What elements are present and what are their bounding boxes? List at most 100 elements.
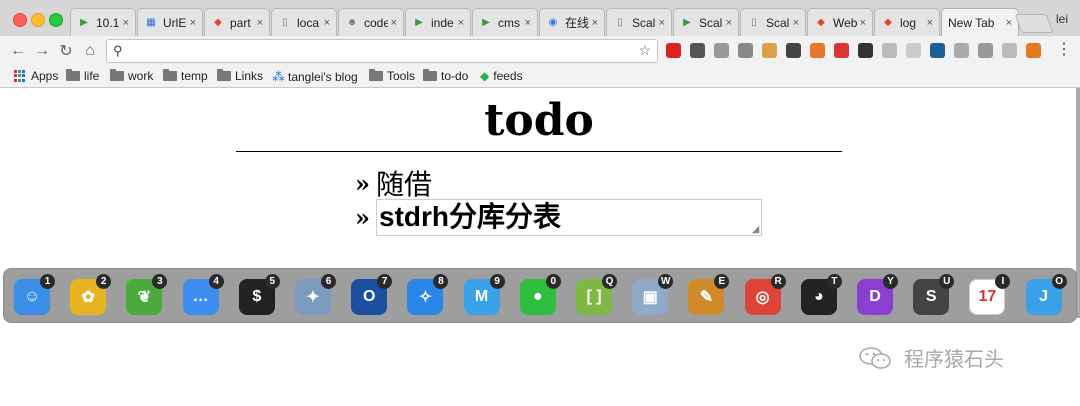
tab-4[interactable]: ☻ code ×	[338, 8, 404, 36]
close-tab-icon[interactable]: ×	[458, 17, 464, 29]
m-icon[interactable]	[930, 43, 945, 58]
tab-10[interactable]: ▯ Scal ×	[740, 8, 806, 36]
close-tab-icon[interactable]: ×	[190, 17, 196, 29]
minimize-window-button[interactable]	[31, 13, 45, 27]
profile-name[interactable]: lei	[1056, 12, 1068, 26]
home-icon: ⌂	[85, 42, 95, 59]
leaf-icon[interactable]	[1002, 43, 1017, 58]
sprite-icon[interactable]	[858, 43, 873, 58]
circle-icon[interactable]	[882, 43, 897, 58]
tab-2[interactable]: ◆ part ×	[204, 8, 270, 36]
close-tab-icon[interactable]: ×	[391, 17, 397, 29]
dock-app-sunflower[interactable]: ✿ 2	[66, 274, 112, 319]
dock-app-markdown[interactable]: M9	[460, 274, 505, 319]
dock-app-photos[interactable]: ▣ W	[628, 274, 674, 319]
tab-label: log	[900, 15, 917, 30]
opera-icon[interactable]	[666, 43, 681, 58]
close-tab-icon[interactable]: ×	[324, 17, 330, 29]
cross-icon[interactable]	[834, 43, 849, 58]
bookmark-star-icon[interactable]: ☆	[638, 42, 651, 59]
tab-12[interactable]: ◆ log ×	[874, 8, 940, 36]
shortcut-badge: 8	[433, 274, 449, 289]
dock-app-calendar[interactable]: 17 I	[965, 274, 1011, 319]
tab-0[interactable]: ▶ 10.1 ×	[70, 8, 136, 36]
tab-13[interactable]: New Tab ×	[941, 8, 1019, 36]
dock-app-evernote[interactable]: ❦ 3	[122, 274, 168, 319]
close-tab-icon[interactable]: ×	[257, 17, 263, 29]
bookmark-feeds[interactable]: ◆ feeds	[480, 69, 523, 83]
tab-5[interactable]: ▶ inde ×	[405, 8, 471, 36]
dock-app-instruments[interactable]: ✎ E	[684, 274, 730, 319]
dock-app-finder[interactable]: ☺ 1	[10, 274, 55, 319]
shield-icon[interactable]	[954, 43, 969, 58]
browser-toolbar: ← → ↻ ⌂ ⚲ ☆ ⋮	[0, 36, 1080, 66]
translate-icon[interactable]	[810, 43, 825, 58]
check-icon[interactable]	[978, 43, 993, 58]
close-tab-icon[interactable]: ×	[927, 17, 933, 29]
play-icon: ▶	[415, 16, 423, 28]
tab-8[interactable]: ▯ Scal ×	[606, 8, 672, 36]
bookmark-to-do[interactable]: to-do	[423, 69, 468, 83]
dock-app-opera[interactable]: O7	[347, 274, 393, 319]
stop-icon[interactable]	[1026, 43, 1041, 58]
dock-app-qq[interactable]: ◕ T	[797, 274, 842, 319]
bookmark-tools[interactable]: Tools	[369, 69, 415, 83]
dock-app-chrome[interactable]: ◎ R	[741, 274, 786, 319]
tab-9[interactable]: ▶ Scal ×	[673, 8, 739, 36]
evernote-icon[interactable]	[690, 43, 705, 58]
compass-icon[interactable]	[738, 43, 753, 58]
resize-handle-icon[interactable]: ◢	[752, 225, 759, 234]
dock-app-dash[interactable]: DY	[853, 274, 898, 319]
tab-3[interactable]: ▯ loca ×	[271, 8, 337, 36]
new-tab-button[interactable]	[1014, 14, 1054, 33]
bookmark-label: Apps	[31, 69, 59, 83]
tex-icon[interactable]	[906, 43, 921, 58]
back-button[interactable]: ←	[8, 41, 28, 61]
dock-app-preview[interactable]: ✦ 6	[291, 274, 336, 319]
forward-button[interactable]: →	[32, 41, 52, 61]
cookie-icon[interactable]	[762, 43, 777, 58]
close-tab-icon[interactable]: ×	[659, 17, 665, 29]
dock-app-safari[interactable]: ✧ 8	[403, 274, 449, 319]
tab-1[interactable]: ▦ UrlE ×	[137, 8, 203, 36]
close-window-button[interactable]	[13, 13, 27, 27]
dock-app-wechat[interactable]: ● 0	[516, 274, 561, 319]
close-tab-icon[interactable]: ×	[1006, 17, 1012, 29]
close-tab-icon[interactable]: ×	[525, 17, 531, 29]
bookmark-life[interactable]: life	[66, 69, 99, 83]
close-tab-icon[interactable]: ×	[726, 17, 732, 29]
dock-app-brackets[interactable]: [ ] Q	[572, 274, 617, 319]
tab-label: Scal	[632, 15, 656, 30]
tab-label: inde	[431, 15, 454, 30]
bookmark-apps[interactable]: Apps	[14, 69, 58, 83]
dock-app-intellij[interactable]: JO	[1022, 274, 1067, 319]
browser-menu-icon[interactable]: ⋮	[1056, 42, 1072, 58]
tab-6[interactable]: ▶ cms ×	[472, 8, 538, 36]
pocket-icon[interactable]	[714, 43, 729, 58]
home-button[interactable]: ⌂	[80, 41, 100, 61]
bookmark-label: Tools	[387, 69, 416, 83]
todo-input-field[interactable]: stdrh分库分表 ◢	[376, 199, 762, 236]
tab-7[interactable]: ◉ 在线 ×	[539, 8, 605, 36]
shortcut-badge: I	[995, 274, 1011, 289]
close-tab-icon[interactable]: ×	[592, 17, 598, 29]
feedly-icon: ◆	[480, 69, 490, 83]
close-tab-icon[interactable]: ×	[793, 17, 799, 29]
dock-app-sublime[interactable]: SU	[909, 274, 955, 319]
bookmark-links[interactable]: Links	[217, 69, 263, 83]
bookmark-tanglei-s-blog[interactable]: ⁂ tanglei's blog	[272, 69, 358, 85]
fullscreen-window-button[interactable]	[49, 13, 63, 27]
address-bar[interactable]: ⚲ ☆	[106, 39, 658, 63]
tab-11[interactable]: ◆ Web ×	[807, 8, 873, 36]
close-tab-icon[interactable]: ×	[860, 17, 866, 29]
bookmark-work[interactable]: work	[110, 69, 153, 83]
shortcut-badge: 2	[96, 274, 112, 289]
tab-label: UrlE	[163, 15, 187, 30]
mask-icon[interactable]	[786, 43, 801, 58]
bookmark-label: tanglei's blog	[288, 70, 358, 84]
dock-app-messages[interactable]: … 4	[179, 274, 224, 319]
close-tab-icon[interactable]: ×	[123, 17, 129, 29]
dock-app-terminal[interactable]: $5	[235, 274, 280, 319]
reload-button[interactable]: ↻	[56, 41, 76, 61]
bookmark-temp[interactable]: temp	[163, 69, 208, 83]
